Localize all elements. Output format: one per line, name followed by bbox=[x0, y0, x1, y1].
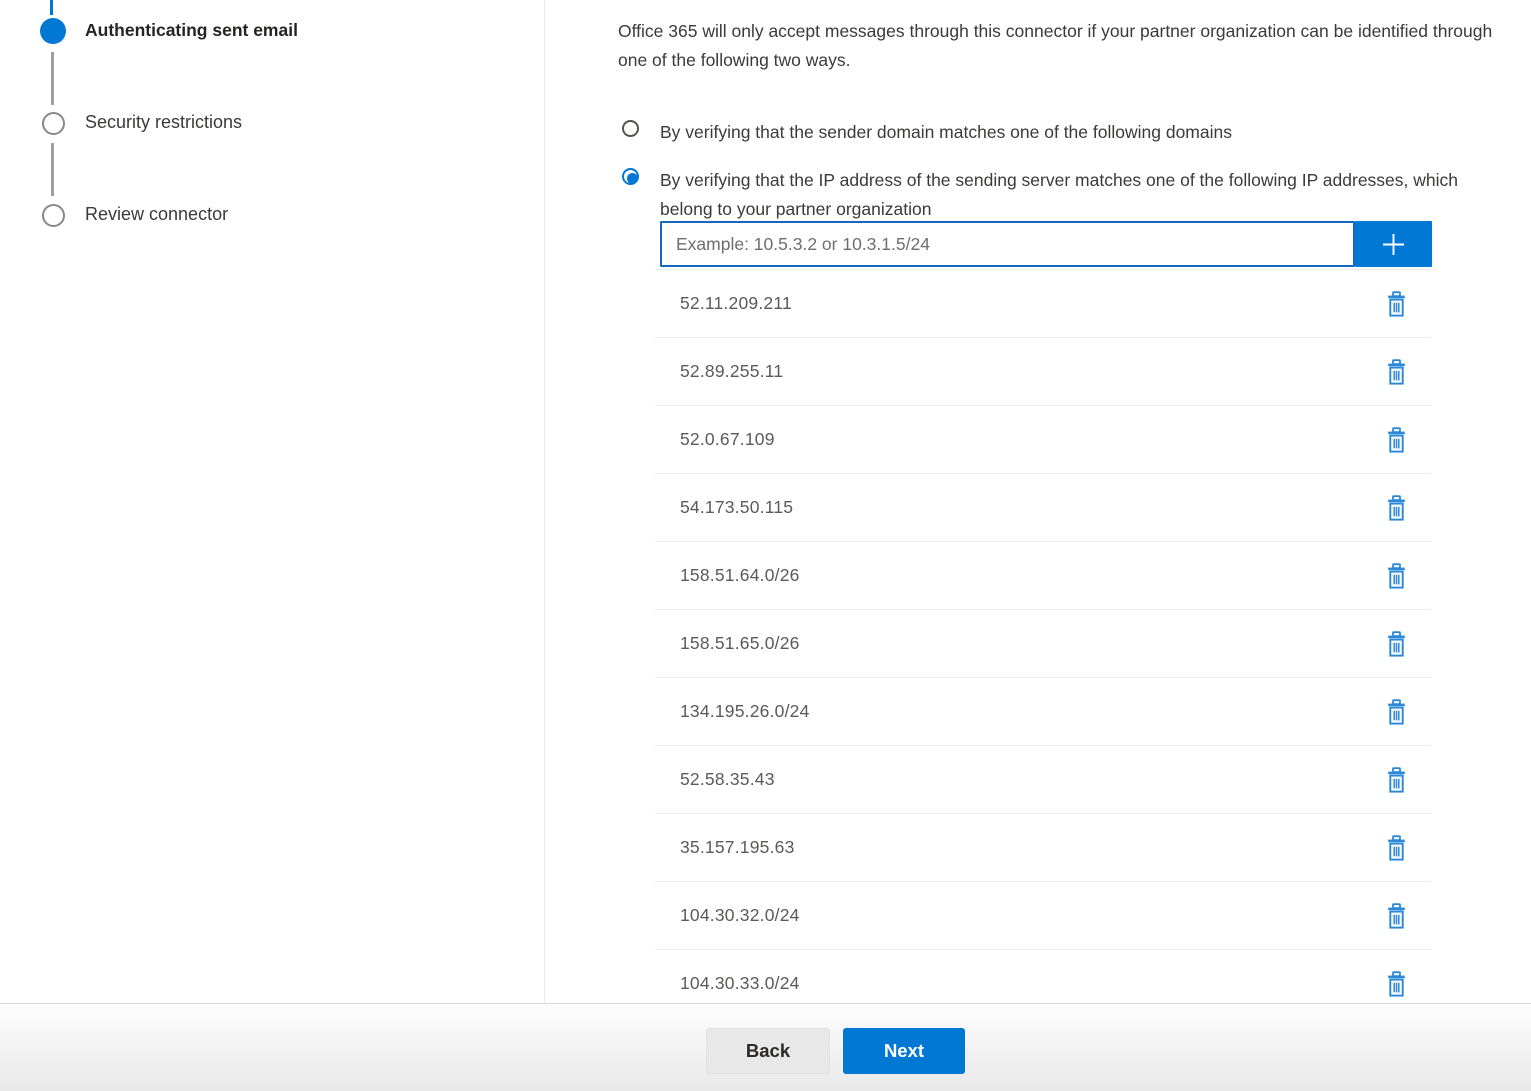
ip-address-value: 52.0.67.109 bbox=[680, 429, 775, 450]
delete-ip-button[interactable] bbox=[1384, 357, 1409, 387]
stepper-connector-line bbox=[51, 143, 54, 196]
step-active-dot-icon bbox=[40, 18, 66, 44]
stepper-completed-line bbox=[50, 0, 53, 15]
ip-address-value: 158.51.65.0/26 bbox=[680, 633, 800, 654]
trash-icon bbox=[1386, 971, 1407, 997]
back-button[interactable]: Back bbox=[706, 1028, 830, 1074]
trash-icon bbox=[1386, 427, 1407, 453]
delete-ip-button[interactable] bbox=[1384, 697, 1409, 727]
ip-address-value: 104.30.32.0/24 bbox=[680, 905, 800, 926]
ip-address-row: 52.89.255.11 bbox=[655, 337, 1431, 405]
ip-address-row: 52.0.67.109 bbox=[655, 405, 1431, 473]
step-upcoming-ring-icon bbox=[42, 204, 65, 227]
radio-option-sender-domain[interactable]: By verifying that the sender domain matc… bbox=[622, 118, 1482, 147]
ip-address-value: 52.58.35.43 bbox=[680, 769, 775, 790]
ip-address-list: 52.11.209.211 52.89.255.11 bbox=[655, 269, 1431, 1003]
ip-address-value: 158.51.64.0/26 bbox=[680, 565, 800, 586]
delete-ip-button[interactable] bbox=[1384, 901, 1409, 931]
trash-icon bbox=[1386, 835, 1407, 861]
add-ip-button[interactable] bbox=[1355, 221, 1432, 267]
radio-unselected-icon[interactable] bbox=[622, 120, 639, 137]
stepper-item-security-restrictions: Security restrictions bbox=[85, 112, 242, 133]
delete-ip-button[interactable] bbox=[1384, 561, 1409, 591]
ip-address-value: 54.173.50.115 bbox=[680, 497, 793, 518]
delete-ip-button[interactable] bbox=[1384, 833, 1409, 863]
stepper-connector-line bbox=[51, 52, 54, 105]
connector-wizard-screen: Authenticating sent email Security restr… bbox=[0, 0, 1531, 1091]
radio-option-label: By verifying that the sender domain matc… bbox=[660, 118, 1482, 147]
step-description-text: Office 365 will only accept messages thr… bbox=[618, 17, 1526, 74]
delete-ip-button[interactable] bbox=[1384, 969, 1409, 999]
ip-address-row: 158.51.64.0/26 bbox=[655, 541, 1431, 609]
delete-ip-button[interactable] bbox=[1384, 425, 1409, 455]
ip-address-row: 104.30.32.0/24 bbox=[655, 881, 1431, 949]
delete-ip-button[interactable] bbox=[1384, 493, 1409, 523]
trash-icon bbox=[1386, 903, 1407, 929]
ip-address-value: 52.11.209.211 bbox=[680, 293, 792, 314]
ip-address-value: 134.195.26.0/24 bbox=[680, 701, 810, 722]
trash-icon bbox=[1386, 291, 1407, 317]
stepper-item-authenticating-sent-email: Authenticating sent email bbox=[85, 20, 298, 41]
ip-address-row: 52.11.209.211 bbox=[655, 269, 1431, 337]
trash-icon bbox=[1386, 767, 1407, 793]
trash-icon bbox=[1386, 563, 1407, 589]
ip-address-row: 134.195.26.0/24 bbox=[655, 677, 1431, 745]
next-button[interactable]: Next bbox=[843, 1028, 965, 1074]
ip-address-value: 104.30.33.0/24 bbox=[680, 973, 800, 994]
delete-ip-button[interactable] bbox=[1384, 289, 1409, 319]
ip-address-value: 52.89.255.11 bbox=[680, 361, 783, 382]
stepper-item-review-connector: Review connector bbox=[85, 204, 228, 225]
wizard-footer: Back Next bbox=[0, 1003, 1531, 1091]
trash-icon bbox=[1386, 699, 1407, 725]
ip-address-row: 52.58.35.43 bbox=[655, 745, 1431, 813]
ip-entry-row bbox=[660, 221, 1432, 267]
plus-icon bbox=[1380, 231, 1407, 258]
trash-icon bbox=[1386, 359, 1407, 385]
wizard-stepper-sidebar: Authenticating sent email Security restr… bbox=[0, 0, 545, 1003]
ip-address-row: 54.173.50.115 bbox=[655, 473, 1431, 541]
ip-address-value: 35.157.195.63 bbox=[680, 837, 795, 858]
radio-selected-icon[interactable] bbox=[622, 168, 639, 185]
delete-ip-button[interactable] bbox=[1384, 765, 1409, 795]
trash-icon bbox=[1386, 495, 1407, 521]
ip-address-row: 158.51.65.0/26 bbox=[655, 609, 1431, 677]
ip-address-input[interactable] bbox=[660, 221, 1355, 267]
radio-option-label: By verifying that the IP address of the … bbox=[660, 166, 1480, 223]
radio-option-ip-address[interactable]: By verifying that the IP address of the … bbox=[622, 166, 1480, 223]
step-upcoming-ring-icon bbox=[42, 112, 65, 135]
ip-address-row: 104.30.33.0/24 bbox=[655, 949, 1431, 1003]
trash-icon bbox=[1386, 631, 1407, 657]
delete-ip-button[interactable] bbox=[1384, 629, 1409, 659]
ip-address-row: 35.157.195.63 bbox=[655, 813, 1431, 881]
